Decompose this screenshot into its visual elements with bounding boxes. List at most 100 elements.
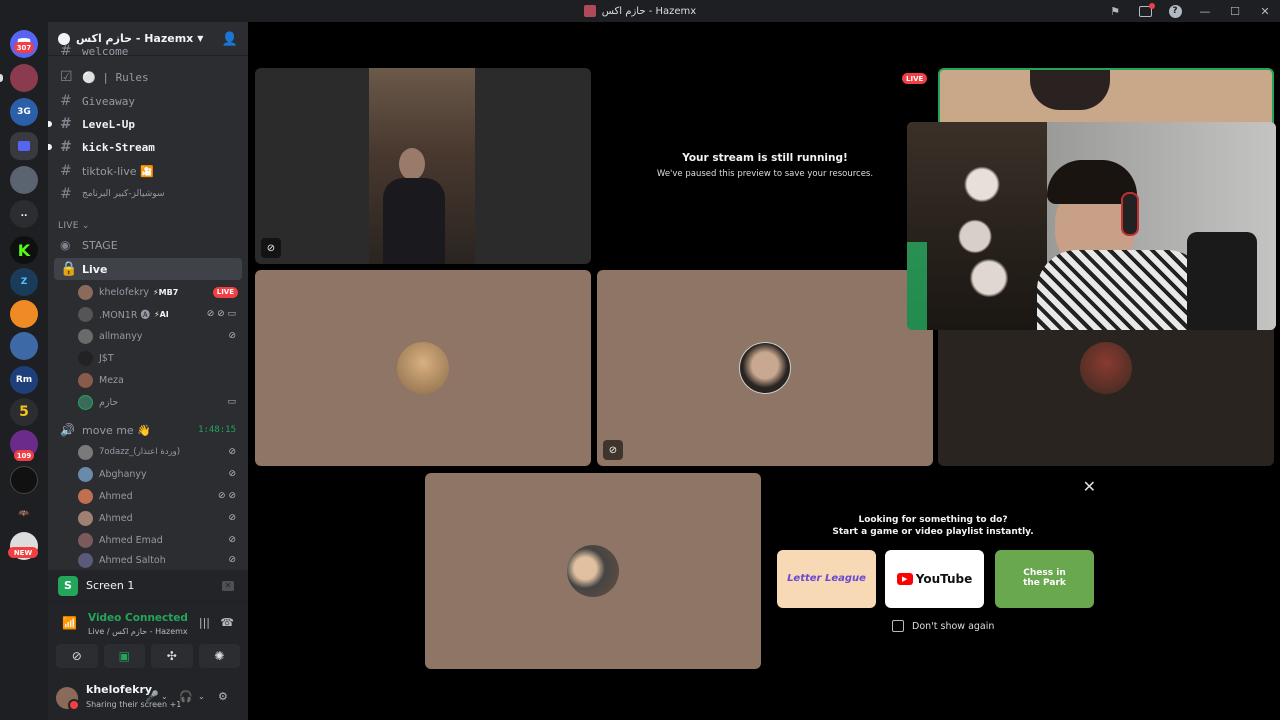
member-row[interactable]: .MON1R 🅐 ⚡AI ⊘ ⊘ ▭ [78,303,242,325]
server-orange[interactable] [10,300,38,328]
hash-icon: # [60,44,72,58]
user-avatar[interactable] [56,687,80,711]
avatar [78,328,93,344]
chevron-down-icon[interactable]: ⌄ [161,692,168,701]
member-row[interactable]: Meza [78,369,242,391]
mic-icon[interactable]: 🎤 [145,690,159,703]
activity-heading: Looking for something to do? [858,515,1008,525]
avatar [78,488,93,504]
server-folder-icon[interactable] [10,132,38,160]
voice-channel-sub[interactable]: Live / حازم اكس - Hazemx [88,627,188,636]
paused-subtitle: We've paused this preview to save your r… [656,169,874,179]
server-z[interactable]: Z [10,268,38,296]
member-row[interactable]: allmanyy ⊘ [78,325,242,347]
avatar [78,350,93,366]
server-kick[interactable]: K [10,236,38,264]
unread-indicator [48,144,52,150]
screen-share-indicator-icon[interactable] [1130,0,1160,22]
headphones-icon[interactable]: 🎧 [179,690,193,703]
muted-mic-icon: ⊘ [228,513,236,523]
channel-live-voice[interactable]: 🔒 Live [54,258,242,280]
activities-button[interactable]: ✣ [151,644,193,668]
video-connected-label[interactable]: Video Connected [88,612,188,624]
channel-giveaway[interactable]: # Giveaway [54,90,242,112]
chevron-down-icon: ⌄ [81,221,90,231]
member-row[interactable]: khelofekry ⚡MB7 LIVE [78,281,242,303]
server-blue[interactable] [10,332,38,360]
server-5[interactable]: 5 [10,398,38,426]
screen-share-button[interactable]: ▣ [103,644,145,668]
channel-kick-stream[interactable]: # kick-Stream [48,136,242,158]
channel-tiktok-live[interactable]: # tiktok-live 🎦 [54,160,242,182]
member-row[interactable]: Ahmed ⊘ [78,507,242,529]
picture-in-picture-webcam[interactable] [907,122,1276,330]
member-row[interactable]: Ahmed ⊘ ⊘ [78,485,242,507]
noise-suppression-icon[interactable]: ||| [199,616,210,629]
member-row[interactable]: Ahmed Saltoh ⊘ [78,551,242,569]
inbox-flag-icon[interactable]: ⚑ [1100,0,1130,22]
category-live[interactable]: LIVE ⌄ [58,221,90,231]
server-bat-icon[interactable]: 🦇 [10,500,38,528]
live-badge: LIVE [212,286,238,298]
activity-card-letter-league[interactable]: Letter League [777,550,876,608]
help-icon[interactable]: ? [1160,0,1190,22]
guild-verified-icon [58,32,70,45]
maximize-button[interactable]: ☐ [1220,0,1250,22]
activity-suggestion-panel: ✕ Looking for something to do? Start a g… [764,473,1102,669]
channel-socials[interactable]: # سوشيالز-كبير البرنامج [54,183,242,205]
member-row[interactable]: 7odazz_(وردة اعتذار) ⊘ [78,441,242,463]
dont-show-again-checkbox[interactable]: Don't show again [892,620,994,632]
stop-stream-icon[interactable]: ✕ [222,580,234,591]
duo-avatar [567,545,619,597]
video-tile-avatar[interactable]: ⊘ [597,270,933,466]
channel-stage[interactable]: ◉ STAGE [54,234,242,256]
avatar [78,532,93,548]
hash-icon: # [60,116,72,132]
member-row[interactable]: Ahmed Emad ⊘ [78,529,242,551]
activity-card-youtube[interactable]: ▶ YouTube [885,550,984,608]
channel-move-me[interactable]: 🔊 move me 👋 1:48:15 [54,419,242,441]
soundboard-button[interactable]: ✺ [198,644,240,668]
video-tile-paused[interactable]: Your stream is still running! We've paus… [597,68,933,264]
minimize-button[interactable]: — [1190,0,1220,22]
window-title-text: حازم اكس - Hazemx [601,5,697,17]
video-tile-avatar[interactable] [425,473,761,669]
username[interactable]: khelofekry [86,683,152,696]
camera-off-button[interactable]: ⊘ [56,644,98,668]
muted-mic-icon: ⊘ [228,535,236,545]
hash-icon: # [60,139,72,155]
server-3g[interactable]: 3G [10,98,38,126]
chevron-down-icon[interactable]: ⌄ [198,692,205,701]
app-favicon-icon [583,5,596,17]
server-black[interactable] [10,466,38,494]
channel-welcome[interactable]: # welcome [54,44,242,58]
checkbox-icon[interactable] [892,620,904,632]
muted-mic-icon: ⊘ [228,447,236,457]
camera-icon: ▭ [227,397,236,407]
server-rm[interactable]: Rm [10,366,38,394]
channel-rules[interactable]: ☑ ⚪ | Rules [54,66,242,88]
video-tile-camera[interactable]: ⊘ [255,68,591,264]
video-tile-avatar[interactable] [255,270,591,466]
selected-server-pill [0,74,3,82]
avatar [78,306,93,322]
voice-connection: 📶 Video Connected Live / حازم اكس - Haze… [58,612,238,642]
live-badge: LIVE [902,73,928,84]
disconnect-icon[interactable]: ☎ [220,616,234,629]
settings-gear-icon[interactable]: ⚙ [218,690,228,703]
channel-level-up[interactable]: # LeveL-Up [48,113,242,135]
server-avatar-1[interactable] [10,64,38,92]
close-button[interactable]: ✕ [1250,0,1280,22]
window-title: حازم اكس - Hazemx [583,5,697,17]
user-status: Sharing their screen +1 [86,700,182,709]
member-row[interactable]: حازم ▭ [78,391,242,413]
server-dots[interactable]: .. [10,200,38,228]
screen-share-row[interactable]: S Screen 1 ✕ [48,570,248,602]
close-icon[interactable]: ✕ [1083,477,1096,496]
signal-icon: 📶 [62,616,77,630]
member-row[interactable]: Abghanyy ⊘ [78,463,242,485]
server-landscape[interactable] [10,166,38,194]
chevron-down-icon: ▼ [197,34,204,43]
member-row[interactable]: J$T [78,347,242,369]
activity-card-chess[interactable]: Chess in the Park [995,550,1094,608]
